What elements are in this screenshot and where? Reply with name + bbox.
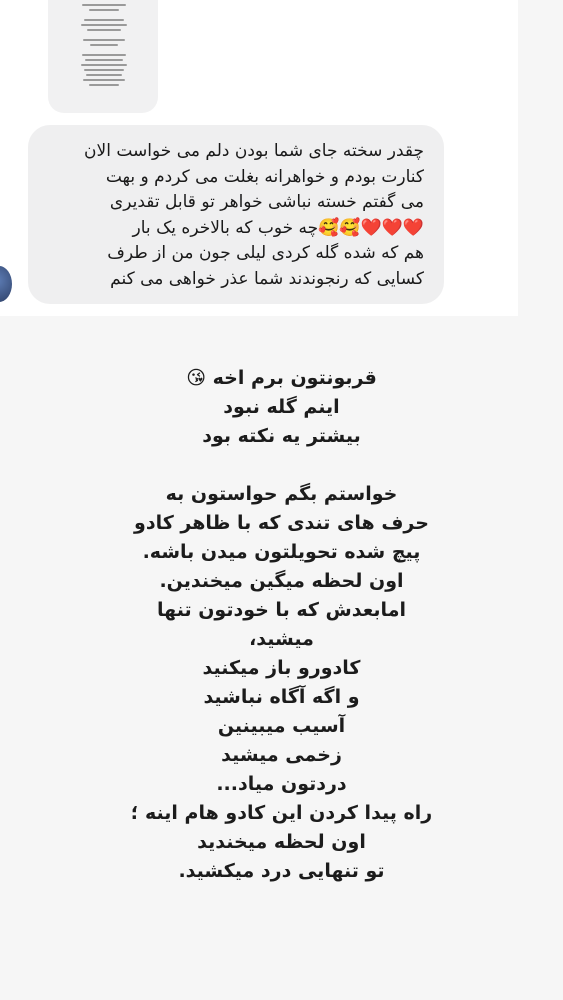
message-bubble[interactable]: چقدر سخته جای شما بودن دلم می خواست الان… (28, 125, 444, 304)
story-text: قربونتون برم اخه 😘 اینم گله نبود بیشتر ی… (120, 364, 443, 886)
message-line: کنارت بودم و خواهرانه بغلت می کردم و بهت (105, 166, 424, 187)
message-text: چقدر سخته جای شما بودن دلم می خواست الان… (40, 139, 424, 292)
story-line: زخمی میشید (221, 744, 342, 766)
message-line: چقدر سخته جای شما بودن دلم می خواست الان (84, 141, 424, 161)
story-line: دردتون میاد... (216, 773, 347, 795)
message-line: می گفتم خسته نباشی خواهر تو قابل تقدیری (109, 192, 424, 212)
story-line: اینم گله نبود (223, 396, 340, 418)
document-thumbnail (76, 0, 132, 104)
story-line: آسیب میبینین (217, 715, 346, 737)
story-line: تو تنهایی درد میکشید. (178, 860, 385, 882)
message-line: هم که شده گله کردی لیلی جون من از طرف (107, 243, 424, 263)
message-line: ❤️❤️❤️🥰🥰چه خوب که بالاخره یک بار (132, 217, 424, 238)
story-line: و اگه آگاه نباشید (203, 686, 360, 708)
message-line: کسایی که رنجوندند شما عذر خواهی می کنم (110, 268, 424, 289)
story-line: کادورو باز میکنید (202, 657, 361, 679)
chat-card: چقدر سخته جای شما بودن دلم می خواست الان… (0, 0, 518, 316)
document-image-attachment[interactable] (48, 0, 158, 113)
story-line: اون لحظه میخندید (197, 831, 366, 853)
story-line: امابعدش که با خودتون تنها (157, 599, 406, 621)
story-line: خواستم بگم حواستون به (165, 483, 398, 505)
sender-avatar[interactable] (0, 266, 12, 302)
story-line: میشید، (249, 628, 314, 650)
story-line: اون لحظه میگین میخندین. (159, 570, 404, 592)
story-line: پیچ شده تحویلتون میدن باشه. (142, 541, 421, 563)
story-blank-line (120, 451, 443, 480)
story-line: حرف های تندی که با ظاهر کادو (134, 512, 429, 534)
story-line: قربونتون برم اخه 😘 (186, 367, 377, 389)
story-line: راه پیدا کردن این کادو هام اینه ؛ (130, 802, 433, 824)
story-line: بیشتر یه نکته بود (202, 425, 361, 447)
